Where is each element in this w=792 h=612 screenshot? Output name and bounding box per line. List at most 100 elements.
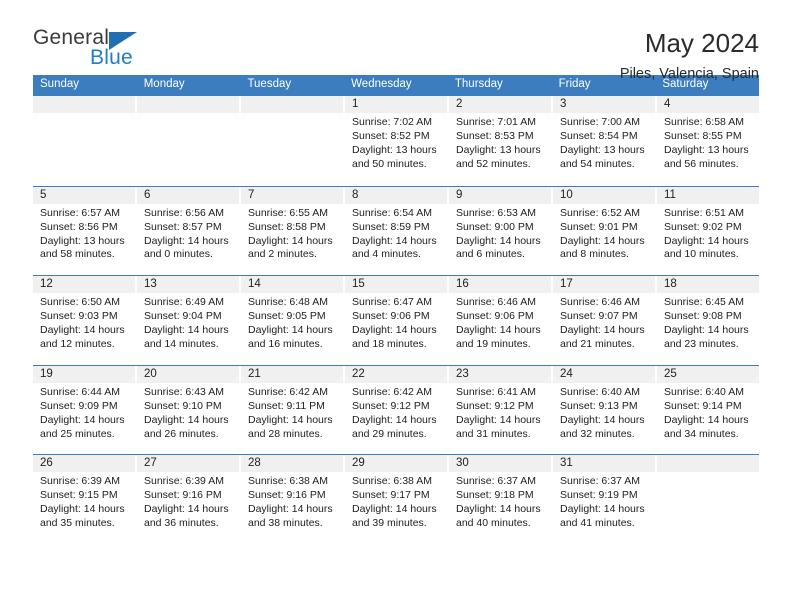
calendar-day-cell[interactable]: 19 Sunrise: 6:44 AM Sunset: 9:09 PM Dayligh… <box>33 365 137 455</box>
day-info-line: Daylight: 14 hours <box>560 324 645 337</box>
day-info-line: and 16 minutes. <box>248 338 323 351</box>
day-info-line: Daylight: 14 hours <box>40 413 125 426</box>
day-number: 23 <box>449 365 551 383</box>
day-info-line: Sunset: 8:54 PM <box>560 129 638 142</box>
calendar-week-row: 1 Sunrise: 7:02 AM Sunset: 8:52 PM Daylight… <box>33 96 759 186</box>
calendar-day-cell[interactable]: 27 Sunrise: 6:39 AM Sunset: 9:16 PM Dayligh… <box>137 455 241 544</box>
day-number: 9 <box>449 186 551 204</box>
day-info-line: Sunrise: 6:52 AM <box>560 206 640 219</box>
calendar-day-cell[interactable]: 28 Sunrise: 6:38 AM Sunset: 9:16 PM Dayligh… <box>241 455 345 544</box>
calendar-day-cell[interactable]: 16 Sunrise: 6:46 AM Sunset: 9:06 PM Dayligh… <box>449 276 553 365</box>
day-info-line: Sunset: 9:05 PM <box>248 310 326 323</box>
calendar-day-cell[interactable]: 26 Sunrise: 6:39 AM Sunset: 9:15 PM Dayligh… <box>33 455 137 544</box>
day-info-line: Sunrise: 7:02 AM <box>352 116 432 128</box>
calendar-day-cell[interactable]: 23 Sunrise: 6:41 AM Sunset: 9:12 PM Dayligh… <box>449 365 553 455</box>
day-info-line: Daylight: 14 hours <box>664 234 749 247</box>
calendar-day-cell[interactable]: 2 Sunrise: 7:01 AM Sunset: 8:53 PM Daylight… <box>449 96 553 186</box>
calendar-day-cell[interactable]: 10 Sunrise: 6:52 AM Sunset: 9:01 PM Dayligh… <box>553 186 657 276</box>
calendar-day-cell[interactable]: 31 Sunrise: 6:37 AM Sunset: 9:19 PM Dayligh… <box>553 455 657 544</box>
calendar-day-cell[interactable]: 5 Sunrise: 6:57 AM Sunset: 8:56 PM Daylight… <box>33 186 137 276</box>
day-number <box>137 96 239 113</box>
day-info-line: Daylight: 14 hours <box>456 234 541 247</box>
calendar-day-cell[interactable]: 12 Sunrise: 6:50 AM Sunset: 9:03 PM Dayligh… <box>33 276 137 365</box>
day-info-line: Sunset: 9:08 PM <box>664 310 742 323</box>
day-info-line: Sunrise: 6:57 AM <box>40 206 120 219</box>
calendar-day-cell[interactable]: 18 Sunrise: 6:45 AM Sunset: 9:08 PM Dayligh… <box>657 276 759 365</box>
day-info-line: and 19 minutes. <box>456 338 531 351</box>
day-sun-info <box>657 472 759 475</box>
day-number: 13 <box>137 276 239 294</box>
day-sun-info: Sunrise: 6:46 AM Sunset: 9:06 PM Daylight:… <box>449 293 551 352</box>
calendar-week-row: 12 Sunrise: 6:50 AM Sunset: 9:03 PM Dayligh… <box>33 275 759 365</box>
day-info-line: and 56 minutes. <box>664 157 739 170</box>
calendar-day-cell[interactable]: 15 Sunrise: 6:47 AM Sunset: 9:06 PM Dayligh… <box>345 276 449 365</box>
calendar-day-cell[interactable]: 11 Sunrise: 6:51 AM Sunset: 9:02 PM Dayligh… <box>657 186 759 276</box>
calendar-grid: Sunday Monday Tuesday Wednesday Thursday Frid… <box>33 75 759 544</box>
day-info-line: Sunset: 8:57 PM <box>144 220 222 233</box>
day-info-line: and 35 minutes. <box>40 517 115 530</box>
day-sun-info: Sunrise: 7:01 AM Sunset: 8:53 PM Daylight:… <box>449 113 551 172</box>
day-info-line: and 6 minutes. <box>456 248 525 261</box>
day-info-line: Daylight: 14 hours <box>352 503 437 516</box>
calendar-day-cell[interactable]: 22 Sunrise: 6:42 AM Sunset: 9:12 PM Dayligh… <box>345 365 449 455</box>
calendar-day-cell[interactable]: 3 Sunrise: 7:00 AM Sunset: 8:54 PM Daylight… <box>553 96 657 186</box>
day-sun-info: Sunrise: 6:37 AM Sunset: 9:18 PM Daylight:… <box>449 472 551 531</box>
day-info-line: Sunrise: 7:00 AM <box>560 116 640 128</box>
day-number: 25 <box>657 365 759 383</box>
day-info-line: Sunrise: 6:53 AM <box>456 206 536 219</box>
day-info-line: Sunrise: 6:43 AM <box>144 385 224 398</box>
day-number: 2 <box>449 96 551 113</box>
day-info-line: Daylight: 13 hours <box>352 143 437 156</box>
day-number: 12 <box>33 276 135 294</box>
day-info-line: Sunrise: 7:01 AM <box>456 116 536 128</box>
calendar-day-cell[interactable]: 21 Sunrise: 6:42 AM Sunset: 9:11 PM Dayligh… <box>241 365 345 455</box>
day-info-line: and 4 minutes. <box>352 248 421 261</box>
day-info-line: Sunset: 9:15 PM <box>40 489 118 502</box>
day-info-line: Sunrise: 6:39 AM <box>144 475 224 488</box>
calendar-day-cell[interactable]: 30 Sunrise: 6:37 AM Sunset: 9:18 PM Dayligh… <box>449 455 553 544</box>
calendar-day-cell[interactable]: 25 Sunrise: 6:40 AM Sunset: 9:14 PM Dayligh… <box>657 365 759 455</box>
calendar-day-cell[interactable]: 1 Sunrise: 7:02 AM Sunset: 8:52 PM Daylight… <box>345 96 449 186</box>
calendar-day-cell[interactable]: 29 Sunrise: 6:38 AM Sunset: 9:17 PM Dayligh… <box>345 455 449 544</box>
day-sun-info <box>137 113 239 116</box>
day-sun-info: Sunrise: 7:00 AM Sunset: 8:54 PM Daylight:… <box>553 113 655 172</box>
day-number: 10 <box>553 186 655 204</box>
day-info-line: Sunrise: 6:48 AM <box>248 296 328 309</box>
day-info-line: and 32 minutes. <box>560 427 635 440</box>
calendar-day-cell[interactable]: 24 Sunrise: 6:40 AM Sunset: 9:13 PM Dayligh… <box>553 365 657 455</box>
day-number: 31 <box>553 455 655 473</box>
calendar-day-cell[interactable]: 20 Sunrise: 6:43 AM Sunset: 9:10 PM Dayligh… <box>137 365 241 455</box>
day-info-line: and 12 minutes. <box>40 338 115 351</box>
day-sun-info: Sunrise: 6:40 AM Sunset: 9:13 PM Daylight:… <box>553 383 655 442</box>
page-header: General Blue May 2024 Piles, Valencia, S… <box>33 0 759 82</box>
calendar-day-cell[interactable]: 8 Sunrise: 6:54 AM Sunset: 8:59 PM Daylight… <box>345 186 449 276</box>
calendar-day-cell[interactable]: 9 Sunrise: 6:53 AM Sunset: 9:00 PM Daylight… <box>449 186 553 276</box>
calendar-day-cell[interactable]: 14 Sunrise: 6:48 AM Sunset: 9:05 PM Dayligh… <box>241 276 345 365</box>
calendar-week-row: 19 Sunrise: 6:44 AM Sunset: 9:09 PM Dayligh… <box>33 364 759 455</box>
day-info-line: and 10 minutes. <box>664 248 739 261</box>
day-info-line: Daylight: 14 hours <box>248 503 333 516</box>
day-sun-info <box>241 113 343 116</box>
day-number: 8 <box>345 186 447 204</box>
calendar-day-cell[interactable]: 17 Sunrise: 6:46 AM Sunset: 9:07 PM Dayligh… <box>553 276 657 365</box>
day-info-line: and 38 minutes. <box>248 517 323 530</box>
day-sun-info: Sunrise: 6:49 AM Sunset: 9:04 PM Daylight:… <box>137 293 239 352</box>
day-info-line: Sunrise: 6:56 AM <box>144 206 224 219</box>
calendar-day-cell[interactable]: 6 Sunrise: 6:56 AM Sunset: 8:57 PM Daylight… <box>137 186 241 276</box>
day-number: 15 <box>345 276 447 294</box>
day-sun-info: Sunrise: 6:53 AM Sunset: 9:00 PM Daylight:… <box>449 204 551 263</box>
day-info-line: Sunrise: 6:40 AM <box>664 385 744 398</box>
day-info-line: Daylight: 14 hours <box>352 413 437 426</box>
day-info-line: Sunrise: 6:58 AM <box>664 116 744 128</box>
day-info-line: Sunset: 9:18 PM <box>456 489 534 502</box>
day-number: 16 <box>449 276 551 294</box>
day-sun-info: Sunrise: 6:54 AM Sunset: 8:59 PM Daylight:… <box>345 204 447 263</box>
brand-logo[interactable]: General Blue <box>33 27 173 79</box>
day-number: 29 <box>345 455 447 473</box>
calendar-day-cell[interactable]: 7 Sunrise: 6:55 AM Sunset: 8:58 PM Daylight… <box>241 186 345 276</box>
calendar-day-cell[interactable]: 13 Sunrise: 6:49 AM Sunset: 9:04 PM Dayligh… <box>137 276 241 365</box>
day-number: 3 <box>553 96 655 113</box>
day-sun-info: Sunrise: 6:38 AM Sunset: 9:16 PM Daylight:… <box>241 472 343 531</box>
day-info-line: Sunset: 9:11 PM <box>248 399 325 412</box>
calendar-day-cell[interactable]: 4 Sunrise: 6:58 AM Sunset: 8:55 PM Daylight… <box>657 96 759 186</box>
